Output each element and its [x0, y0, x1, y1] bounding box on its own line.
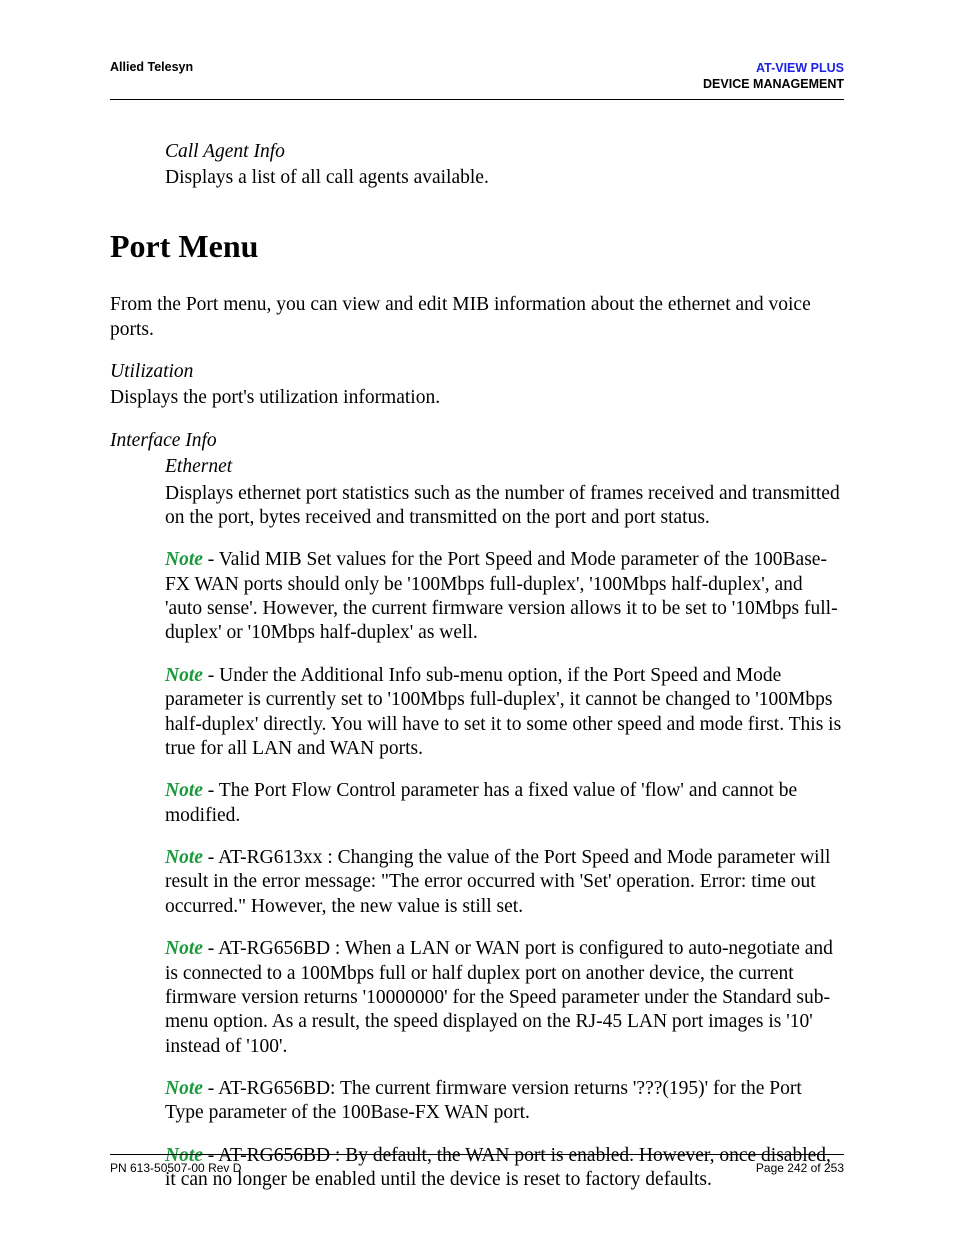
interface-title: Interface Info [110, 429, 844, 453]
page-header: Allied Telesyn AT-VIEW PLUS DEVICE MANAG… [110, 60, 844, 99]
note-6-text: - AT-RG656BD: The current firmware versi… [165, 1078, 802, 1123]
note-label: Note [165, 780, 203, 801]
footer-left: PN 613-50507-00 Rev D [110, 1161, 241, 1175]
note-label: Note [165, 847, 203, 868]
call-agent-block: Call Agent Info Displays a list of all c… [165, 140, 844, 191]
note-4-text: - AT-RG613xx : Changing the value of the… [165, 847, 830, 917]
ethernet-block: Ethernet Displays ethernet port statisti… [165, 455, 844, 1192]
ethernet-title: Ethernet [165, 455, 844, 479]
note-label: Note [165, 665, 203, 686]
header-section: DEVICE MANAGEMENT [703, 76, 844, 92]
page-footer: PN 613-50507-00 Rev D Page 242 of 253 [110, 1154, 844, 1175]
ethernet-desc: Displays ethernet port statistics such a… [165, 482, 844, 531]
note-5-text: - AT-RG656BD : When a LAN or WAN port is… [165, 938, 833, 1057]
note-3-text: - The Port Flow Control parameter has a … [165, 780, 797, 825]
call-agent-title: Call Agent Info [165, 140, 844, 164]
note-6: Note - AT-RG656BD: The current firmware … [165, 1077, 844, 1126]
note-4: Note - AT-RG613xx : Changing the value o… [165, 846, 844, 919]
call-agent-desc: Displays a list of all call agents avail… [165, 166, 844, 190]
interface-block: Interface Info Ethernet Displays etherne… [110, 429, 844, 1193]
note-1-text: - Valid MIB Set values for the Port Spee… [165, 549, 838, 643]
page: Allied Telesyn AT-VIEW PLUS DEVICE MANAG… [0, 0, 954, 1235]
utilization-block: Utilization Displays the port's utilizat… [110, 360, 844, 411]
utilization-title: Utilization [110, 360, 844, 384]
header-right: AT-VIEW PLUS DEVICE MANAGEMENT [703, 60, 844, 93]
note-2-text: - Under the Additional Info sub-menu opt… [165, 665, 841, 759]
footer-rule [110, 1154, 844, 1155]
note-label: Note [165, 1078, 203, 1099]
footer-right: Page 242 of 253 [756, 1161, 844, 1175]
utilization-desc: Displays the port's utilization informat… [110, 386, 844, 410]
section-intro: From the Port menu, you can view and edi… [110, 293, 844, 342]
note-label: Note [165, 549, 203, 570]
header-rule [110, 99, 844, 100]
section-heading: Port Menu [110, 228, 844, 265]
note-5: Note - AT-RG656BD : When a LAN or WAN po… [165, 937, 844, 1059]
note-2: Note - Under the Additional Info sub-men… [165, 664, 844, 762]
note-1: Note - Valid MIB Set values for the Port… [165, 548, 844, 646]
header-product: AT-VIEW PLUS [703, 60, 844, 76]
header-left: Allied Telesyn [110, 60, 193, 74]
note-label: Note [165, 938, 203, 959]
note-3: Note - The Port Flow Control parameter h… [165, 779, 844, 828]
